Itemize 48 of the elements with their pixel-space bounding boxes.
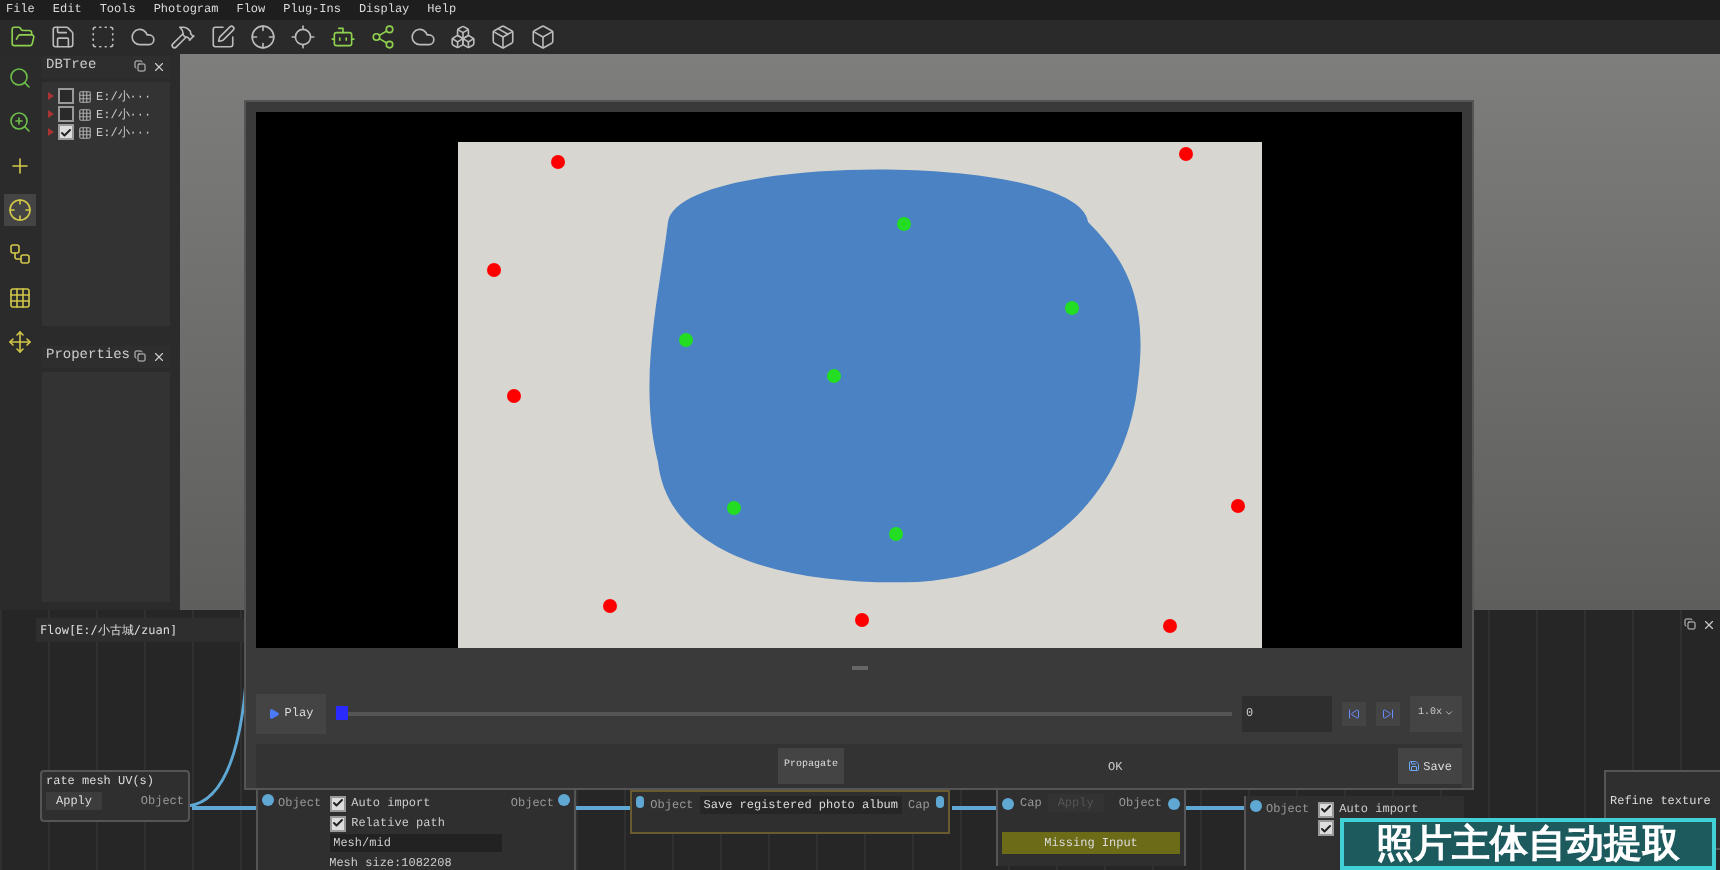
close-icon[interactable] — [1702, 618, 1716, 632]
save-icon — [1407, 760, 1420, 773]
save-icon[interactable] — [50, 24, 76, 50]
zoom-icon — [7, 110, 31, 134]
checkbox[interactable] — [58, 88, 74, 104]
search-icon — [7, 66, 31, 90]
timeline-slider[interactable] — [336, 706, 1232, 721]
play-icon — [268, 707, 281, 720]
plus-icon — [7, 154, 31, 178]
cloud-icon[interactable] — [410, 24, 436, 50]
restore-icon[interactable] — [134, 350, 146, 362]
checkbox[interactable] — [329, 795, 346, 811]
restore-icon[interactable] — [134, 60, 146, 72]
hammer-icon[interactable] — [170, 24, 196, 50]
folder-icon[interactable] — [10, 24, 36, 50]
robot-icon[interactable] — [330, 24, 356, 50]
tool-button[interactable] — [3, 194, 35, 226]
slider-thumb[interactable] — [336, 706, 348, 721]
close-icon[interactable] — [152, 60, 166, 74]
nodes-icon — [7, 242, 31, 266]
caret-icon — [1444, 708, 1454, 719]
share-icon[interactable] — [370, 24, 396, 50]
grid-icon — [7, 286, 31, 310]
crosshair-icon[interactable] — [250, 24, 276, 50]
checkbox[interactable] — [1317, 820, 1334, 836]
dashed-square-icon[interactable] — [90, 24, 116, 50]
tool-button[interactable] — [3, 326, 35, 358]
close-icon[interactable] — [152, 350, 166, 364]
resize-handle[interactable] — [851, 666, 867, 671]
box-icon[interactable] — [530, 24, 556, 50]
pen-square-icon[interactable] — [210, 24, 236, 50]
package-icon[interactable] — [490, 24, 516, 50]
mesh-icon — [78, 125, 92, 139]
subtitle-text: 照片主体自动提取 — [1376, 825, 1680, 863]
checkbox[interactable] — [1317, 801, 1334, 817]
move-icon — [7, 330, 31, 354]
previous-button[interactable] — [1342, 701, 1366, 726]
crosshair-icon — [7, 198, 31, 222]
mesh-icon — [78, 89, 92, 103]
checkbox[interactable] — [58, 124, 74, 140]
next-button[interactable] — [1376, 701, 1400, 726]
restore-icon[interactable] — [1684, 618, 1696, 630]
cubes-icon[interactable] — [450, 24, 476, 50]
cloud-icon[interactable] — [130, 24, 156, 50]
checkbox[interactable] — [58, 106, 74, 122]
target-icon[interactable] — [290, 24, 316, 50]
checkbox[interactable] — [329, 815, 346, 831]
mesh-icon — [78, 107, 92, 121]
